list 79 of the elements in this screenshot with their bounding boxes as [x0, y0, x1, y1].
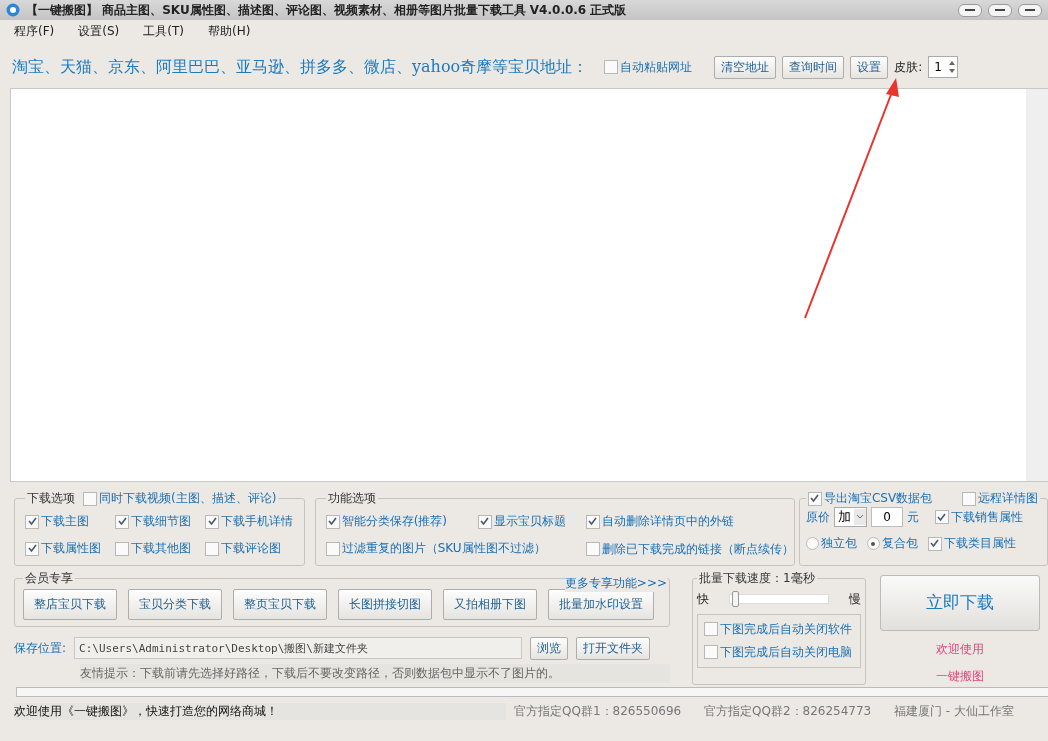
price-label: 原价 — [805, 508, 830, 526]
caret-icon — [853, 509, 866, 525]
price-input-field[interactable]: 0 — [870, 507, 903, 527]
panel-title: 下载选项 — [27, 490, 75, 507]
checkbox[interactable]: 自动删除详情页中的外链 — [585, 513, 786, 530]
feature-button[interactable]: 整页宝贝下载 — [233, 588, 327, 620]
price-operator-dropdown[interactable]: 加 — [833, 507, 867, 527]
slider-thumb[interactable] — [731, 591, 739, 607]
panel-title: 批量下载速度：1毫秒 — [699, 569, 815, 587]
checkbox[interactable]: 下载主图 — [25, 513, 115, 530]
download-now-button[interactable]: 立即下载 — [880, 574, 1040, 631]
checkbox[interactable]: 下载评论图 — [205, 540, 305, 557]
status-text: 官方指定QQ群1：826550696 — [514, 703, 683, 720]
check-icon — [328, 517, 338, 526]
feature-button[interactable]: 宝贝分类下载 — [128, 588, 222, 620]
check-icon — [930, 539, 940, 548]
skin-label: 皮肤: — [894, 58, 923, 76]
checkbox[interactable]: 自动粘贴网址 — [604, 58, 693, 76]
checkbox[interactable]: 智能分类保存(推荐) — [325, 513, 478, 530]
feature-button[interactable]: 长图拼接切图 — [338, 588, 432, 620]
save-location-label: 保存位置: — [14, 639, 67, 657]
checkbox[interactable]: 下载细节图 — [115, 513, 205, 530]
check-icon — [27, 517, 37, 526]
welcome-text: 欢迎使用 — [936, 640, 984, 658]
status-text: 福建厦门 - 大仙工作室 — [894, 703, 1014, 720]
toolbar-button[interactable]: 清空地址 — [714, 55, 777, 79]
checkbox[interactable]: 下载其他图 — [115, 540, 205, 557]
check-icon — [117, 517, 127, 526]
checkbox[interactable]: 显示宝贝标题 — [477, 513, 586, 530]
fast-label: 快 — [697, 590, 709, 608]
checkbox[interactable]: 下载类目属性 — [927, 535, 1016, 552]
menu-item[interactable]: 设置(S) — [78, 22, 120, 40]
check-icon — [588, 517, 598, 526]
status-text: 欢迎使用《一键搬图》，快速打造您的网络商城！ — [14, 703, 506, 720]
checkbox[interactable]: 下载销售属性 — [934, 508, 1023, 526]
open-folder-button[interactable]: 打开文件夹 — [576, 636, 651, 660]
unit-label: 元 — [906, 508, 919, 526]
save-path-field[interactable]: C:\Users\Administrator\Desktop\搬图\新建文件夹 — [74, 637, 523, 659]
browse-button[interactable]: 浏览 — [530, 636, 569, 660]
check-icon — [480, 517, 490, 526]
feature-button[interactable]: 又拍相册下图 — [443, 588, 537, 620]
more-features-link[interactable]: 更多专享功能>>> — [564, 574, 667, 592]
checkbox[interactable]: 同时下载视频(主图、描述、评论) — [83, 490, 277, 507]
radio-button[interactable]: 独立包 — [805, 535, 857, 552]
toolbar-button[interactable]: 设置 — [850, 55, 889, 79]
slow-label: 慢 — [849, 590, 861, 608]
maximize-icon[interactable] — [988, 3, 1012, 17]
checkbox[interactable]: 下载属性图 — [25, 540, 115, 557]
url-input-field[interactable] — [10, 88, 1048, 482]
radio-button[interactable]: 复合包 — [866, 535, 918, 552]
app-icon — [6, 3, 20, 17]
url-label: 淘宝、天猫、京东、阿里巴巴、亚马逊、拼多多、微店、yahoo奇摩等宝贝地址： — [12, 56, 589, 78]
checkbox[interactable]: 下载手机详情 — [205, 513, 305, 530]
checkbox[interactable]: 远程详情图 — [962, 490, 1039, 507]
menu-item[interactable]: 程序(F) — [14, 22, 55, 40]
speed-slider[interactable] — [729, 594, 829, 604]
feature-button[interactable]: 整店宝贝下载 — [23, 588, 117, 620]
checkbox[interactable]: 过滤重复的图片（SKU属性图不过滤） — [325, 540, 546, 557]
welcome-text: 一键搬图 — [936, 667, 984, 685]
checkbox[interactable]: 导出淘宝CSV数据包 — [807, 490, 933, 507]
window-title: 【一键搬图】 商品主图、SKU属性图、描述图、评论图、视频素材、相册等图片批量下载工具 V4.0.0.6 正式版 — [26, 1, 628, 19]
check-icon — [27, 544, 37, 553]
check-icon — [207, 517, 217, 526]
checkbox[interactable]: 下图完成后自动关闭软件 — [704, 620, 854, 638]
checkbox[interactable]: 下图完成后自动关闭电脑 — [704, 643, 854, 661]
check-icon — [937, 512, 947, 522]
toolbar-button[interactable]: 查询时间 — [782, 55, 845, 79]
check-icon — [810, 494, 820, 503]
menu-item[interactable]: 帮助(H) — [207, 22, 251, 40]
feature-button[interactable]: 批量加水印设置 — [548, 588, 654, 620]
status-text: 官方指定QQ群2：826254773 — [704, 703, 873, 720]
close-icon[interactable] — [1018, 3, 1042, 17]
tip-text: 友情提示：下载前请先选择好路径，下载后不要改变路径，否则数据包中显示不了图片的。 — [80, 663, 670, 683]
panel-title: 功能选项 — [327, 490, 376, 507]
minimize-icon[interactable] — [958, 3, 982, 17]
checkbox[interactable]: 删除已下载完成的链接（断点续传） — [585, 540, 786, 559]
panel-title: 会员专享 — [25, 569, 73, 587]
menu-item[interactable]: 工具(T) — [143, 22, 184, 40]
skin-spinner[interactable]: 1 — [928, 56, 958, 78]
